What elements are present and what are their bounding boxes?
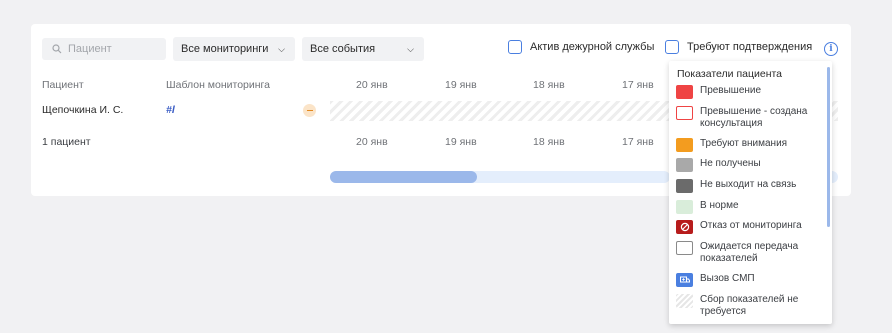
dark-gray-square-icon — [676, 179, 693, 193]
duty-service-filter[interactable]: Актив дежурной службы — [508, 40, 654, 54]
events-select[interactable]: Все события ⌵ — [302, 37, 424, 61]
duty-service-label: Актив дежурной службы — [530, 41, 655, 53]
legend-item-exceeded-consultation: Превышение - создана консультация — [676, 106, 818, 130]
refusal-icon — [676, 220, 693, 234]
legend-item-normal: В норме — [676, 200, 818, 214]
monitoring-select-value: Все мониторинги — [181, 43, 269, 55]
legend-item-ambulance: Вызов СМП — [676, 273, 818, 287]
gray-square-icon — [676, 158, 693, 172]
search-input[interactable] — [68, 43, 158, 55]
patient-count: 1 пациент — [42, 136, 91, 148]
legend-item-not-required: Сбор показателей не требуется — [676, 294, 818, 318]
hatched-square-icon — [676, 294, 693, 308]
monitoring-template-link[interactable]: #l — [166, 104, 175, 116]
footer-date: 18 янв — [533, 136, 565, 148]
legend-item-exceeded: Превышение — [676, 85, 818, 99]
red-outline-square-icon — [676, 106, 693, 120]
column-header-template: Шаблон мониторинга — [166, 79, 271, 91]
duty-service-checkbox[interactable] — [508, 40, 522, 54]
events-select-value: Все события — [310, 43, 376, 55]
light-green-square-icon — [676, 200, 693, 214]
info-icon[interactable]: i — [824, 42, 838, 56]
patient-name-link[interactable]: Щепочкина И. С. — [42, 104, 123, 116]
footer-date: 17 янв — [622, 136, 654, 148]
column-header-date: 19 янв — [445, 79, 477, 91]
collapse-icon[interactable] — [303, 104, 316, 117]
red-square-icon — [676, 85, 693, 99]
orange-square-icon — [676, 138, 693, 152]
column-header-date: 17 янв — [622, 79, 654, 91]
needs-confirmation-filter[interactable]: Требуют подтверждения — [665, 40, 812, 54]
timeline-row-cells — [330, 101, 670, 121]
column-header-date: 18 янв — [533, 79, 565, 91]
patient-indicators-legend: Показатели пациента Превышение Превышени… — [669, 61, 832, 324]
footer-date: 19 янв — [445, 136, 477, 148]
chevron-down-icon: ⌵ — [407, 43, 414, 54]
legend-title: Показатели пациента — [677, 68, 783, 80]
needs-confirmation-checkbox[interactable] — [665, 40, 679, 54]
search-icon — [52, 44, 62, 54]
legend-item-no-contact: Не выходит на связь — [676, 179, 818, 193]
ambulance-icon — [676, 273, 693, 287]
footer-date: 20 янв — [356, 136, 388, 148]
legend-scrollbar[interactable] — [827, 67, 830, 227]
legend-item-awaiting: Ожидается передача показателей — [676, 241, 818, 265]
search-field[interactable] — [42, 38, 166, 60]
legend-item-not-received: Не получены — [676, 158, 818, 172]
column-header-date: 20 янв — [356, 79, 388, 91]
empty-square-icon — [676, 241, 693, 255]
legend-item-attention: Требуют внимания — [676, 138, 818, 152]
chevron-down-icon: ⌵ — [278, 43, 285, 54]
needs-confirmation-label: Требуют подтверждения — [687, 41, 813, 53]
column-header-patient: Пациент — [42, 79, 84, 91]
horizontal-scrollbar[interactable] — [330, 171, 670, 183]
monitoring-select[interactable]: Все мониторинги ⌵ — [173, 37, 295, 61]
horizontal-scroll-thumb[interactable] — [330, 171, 477, 183]
legend-item-refusal: Отказ от мониторинга — [676, 220, 818, 234]
